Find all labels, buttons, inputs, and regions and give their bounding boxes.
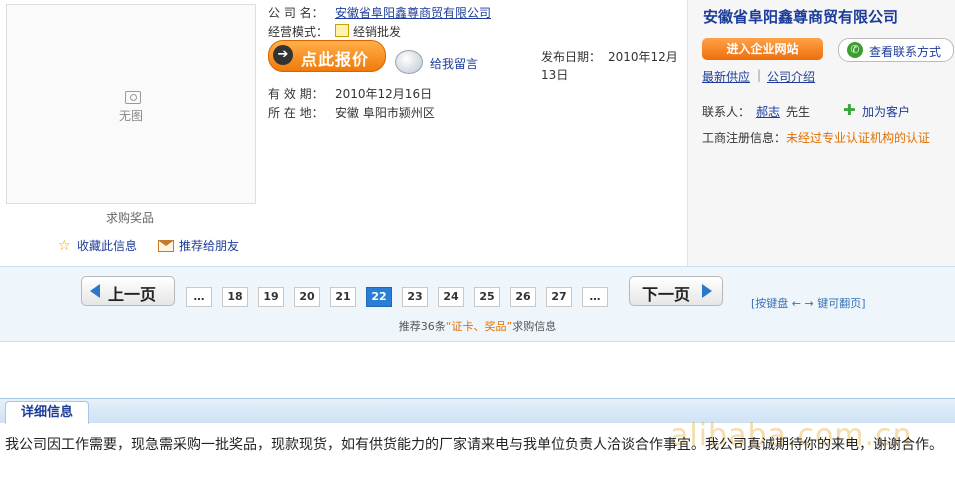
product-image: 无图 xyxy=(6,4,256,204)
page-18[interactable]: 18 xyxy=(222,287,248,307)
page-22-current[interactable]: 22 xyxy=(366,287,392,307)
reg-value: 未经过专业认证机构的认证 xyxy=(786,131,931,145)
share-label: 推荐给朋友 xyxy=(179,239,240,253)
mode-label: 经营模式： xyxy=(268,25,329,39)
location-value: 安徽 阜阳市颍州区 xyxy=(335,106,435,120)
share-link[interactable]: 推荐给朋友 xyxy=(158,237,239,254)
page-26[interactable]: 26 xyxy=(510,287,536,307)
add-customer-link[interactable]: 加为客户 xyxy=(862,103,910,120)
company-link[interactable]: 安徽省阜阳鑫尊商贸有限公司 xyxy=(335,4,491,21)
favorite-link[interactable]: ☆ 收藏此信息 xyxy=(58,237,137,254)
recommend-suffix: 求购信息 xyxy=(512,320,557,333)
recommend-line: 推荐36条“证卡、奖品”求购信息 xyxy=(0,318,955,334)
arrow-right-icon xyxy=(702,284,712,298)
page-ellipsis-right[interactable]: … xyxy=(582,287,608,307)
company-intro-link[interactable]: 公司介绍 xyxy=(767,68,815,85)
business-icon xyxy=(335,24,349,37)
recommend-prefix: 推荐36条 xyxy=(398,320,446,333)
star-icon: ☆ xyxy=(58,237,71,254)
page-19[interactable]: 19 xyxy=(258,287,284,307)
page-ellipsis-left[interactable]: … xyxy=(186,287,212,307)
quote-button-label: 点此报价 xyxy=(301,50,370,69)
publish-value: 2010年12月 xyxy=(608,50,678,64)
prev-page-label: 上一页 xyxy=(108,285,157,304)
valid-label: 有 效 期： xyxy=(268,87,324,101)
quote-button[interactable]: ➔ 点此报价 xyxy=(268,40,386,72)
reg-label: 工商注册信息： xyxy=(702,131,787,145)
publish-value-day: 13日 xyxy=(541,68,569,82)
page-25[interactable]: 25 xyxy=(474,287,500,307)
location-label: 所 在 地： xyxy=(268,106,324,120)
next-page-label: 下一页 xyxy=(642,285,691,304)
view-contact-button[interactable]: ✆ 查看联系方式 xyxy=(838,38,954,62)
page-23[interactable]: 23 xyxy=(402,287,428,307)
arrow-left-icon xyxy=(90,284,100,298)
contact-title: 先生 xyxy=(786,105,811,119)
product-name: 求购奖品 xyxy=(105,211,154,225)
favorite-label: 收藏此信息 xyxy=(77,239,138,253)
tab-detail-info[interactable]: 详细信息 xyxy=(5,401,89,424)
page-27[interactable]: 27 xyxy=(546,287,572,307)
keyboard-hint: [按键盘 ← → 键可翻页] xyxy=(751,297,866,310)
latest-supply-link[interactable]: 最新供应 xyxy=(702,68,750,85)
prev-page-button[interactable]: 上一页 xyxy=(81,276,175,306)
contact-name-link[interactable]: 郝志 xyxy=(756,103,780,120)
valid-value: 2010年12月16日 xyxy=(335,87,433,101)
link-separator: | xyxy=(757,68,762,82)
view-contact-label: 查看联系方式 xyxy=(869,45,942,59)
phone-icon: ✆ xyxy=(847,42,863,58)
plus-icon: ✚ xyxy=(843,101,856,119)
detail-text: 我公司因工作需要，现急需采购一批奖品，现款现货，如有供货能力的厂家请来电与我单位… xyxy=(5,437,943,453)
page-24[interactable]: 24 xyxy=(438,287,464,307)
company-title[interactable]: 安徽省阜阳鑫尊商贸有限公司 xyxy=(703,6,898,27)
company-label: 公 司 名： xyxy=(268,6,324,20)
page-20[interactable]: 20 xyxy=(294,287,320,307)
enter-site-button[interactable]: 进入企业网站 xyxy=(702,38,823,60)
recommend-keyword[interactable]: “证卡、奖品” xyxy=(446,320,512,333)
chat-bubble-icon[interactable] xyxy=(395,50,423,74)
publish-label: 发布日期： xyxy=(541,50,602,64)
no-image-text: 无图 xyxy=(118,109,143,123)
arrow-right-icon: ➔ xyxy=(273,45,293,65)
contact-label: 联系人： xyxy=(702,105,751,119)
message-link[interactable]: 给我留言 xyxy=(430,55,478,72)
page-21[interactable]: 21 xyxy=(330,287,356,307)
mode-value: 经销批发 xyxy=(353,25,402,39)
camera-icon xyxy=(125,91,141,104)
next-page-button[interactable]: 下一页 xyxy=(629,276,723,306)
envelope-icon xyxy=(158,239,174,252)
